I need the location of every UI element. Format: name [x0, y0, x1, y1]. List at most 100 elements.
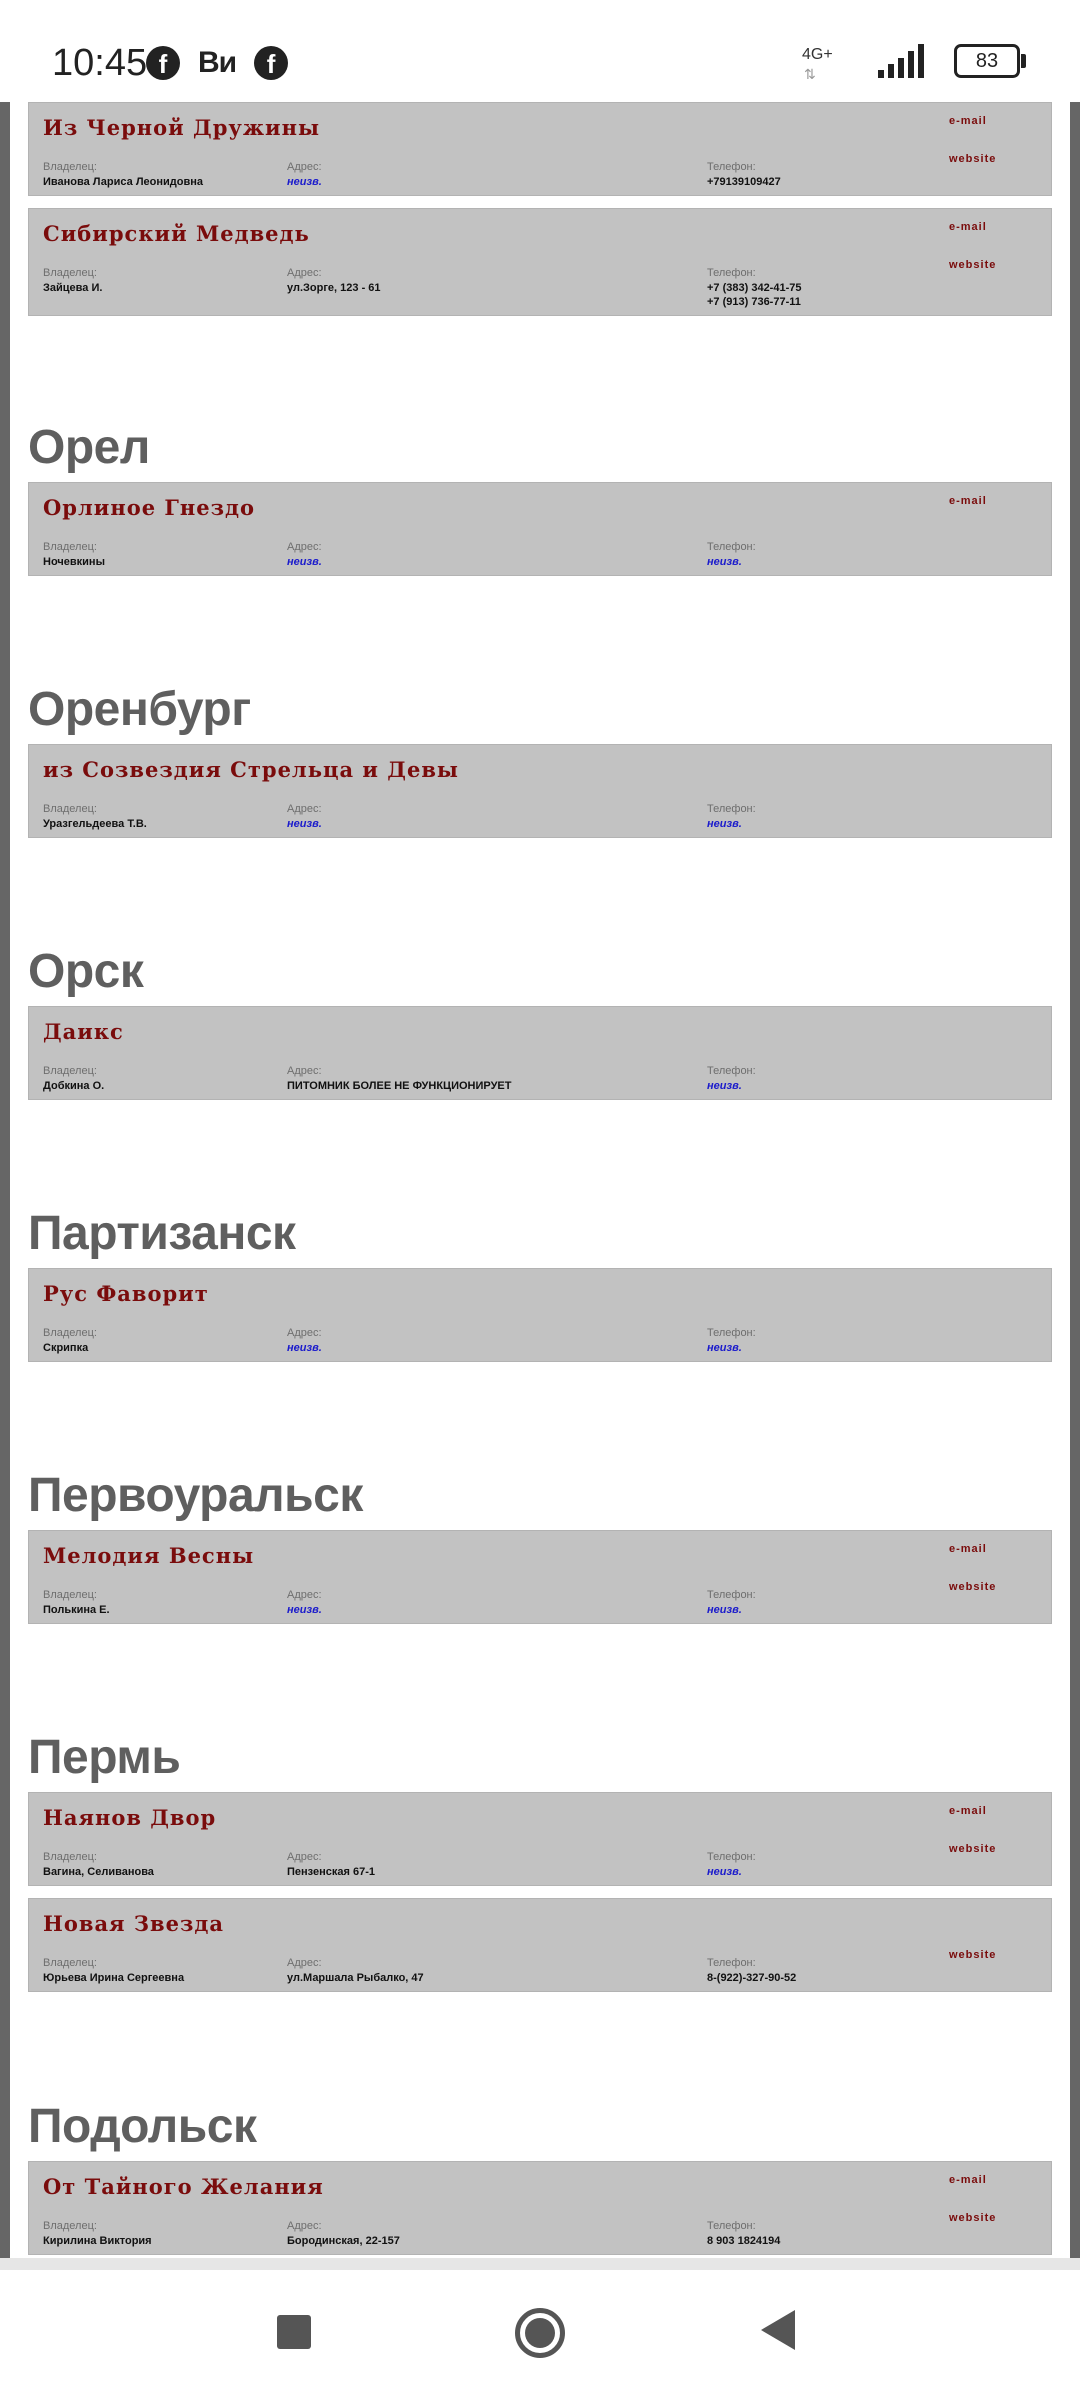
owner-label: Владелец: [43, 1957, 97, 1969]
address-label: Адрес: [287, 1327, 322, 1339]
phone-label: Телефон: [707, 2220, 756, 2232]
page-frame-right [1070, 102, 1080, 2270]
kennel-name: Из Черной Дружины [43, 115, 321, 140]
owner-value: Кирилина Виктория [43, 2235, 152, 2247]
address-label: Адрес: [287, 803, 322, 815]
city-heading: Подольск [28, 2100, 257, 2153]
phone-value: +79139109427 [707, 176, 781, 188]
kennel-name: Наянов Двор [43, 1805, 217, 1830]
phone-label: Телефон: [707, 1327, 756, 1339]
phone-label: Телефон: [707, 1065, 756, 1077]
website-link[interactable]: website [949, 1949, 996, 1961]
city-heading: Орск [28, 945, 144, 998]
email-link[interactable]: e-mail [949, 1543, 987, 1555]
address-value: неизв. [287, 556, 322, 568]
kennel-name: из Созвездия Стрельца и Девы [43, 757, 459, 782]
city-heading: Партизанск [28, 1207, 296, 1260]
city-heading: Пермь [28, 1731, 181, 1784]
phone-value: 8 903 1824194 [707, 2235, 781, 2247]
address-label: Адрес: [287, 2220, 322, 2232]
kennel-card: из Созвездия Стрельца и Девы Владелец: Ура… [28, 744, 1052, 838]
kennel-name: Орлиное Гнездо [43, 495, 256, 520]
facebook-icon: f [254, 46, 289, 80]
status-bar: 10:45 f Ви f 4G+ ⇅ 83 [0, 0, 1080, 102]
kennel-card: Новая Звезда Владелец: Юрьева Ирина Сергее… [28, 1898, 1052, 1992]
home-button[interactable] [515, 2308, 565, 2358]
kennel-card: Даикс Владелец: Добкина О. Адрес: ПИТОМНИК Б… [28, 1006, 1052, 1100]
battery-icon: 83 [954, 44, 1026, 78]
website-link[interactable]: website [949, 2212, 996, 2224]
network-type: 4G+ [802, 46, 833, 63]
address-label: Адрес: [287, 1589, 322, 1601]
kennel-card: Мелодия Весны Владелец: Полькина Е. Адрес: н… [28, 1530, 1052, 1624]
phone-label: Телефон: [707, 267, 756, 279]
website-link[interactable]: website [949, 1843, 996, 1855]
kennel-name: Даикс [43, 1019, 124, 1044]
phone-value: неизв. [707, 556, 742, 568]
phone-value: +7 (383) 342-41-75 [707, 282, 802, 294]
website-link[interactable]: website [949, 153, 996, 165]
phone-label: Телефон: [707, 803, 756, 815]
phone-label: Телефон: [707, 1851, 756, 1863]
kennel-card: Наянов Двор Владелец: Вагина, Селиванова Ад… [28, 1792, 1052, 1886]
email-link[interactable]: e-mail [949, 2174, 987, 2186]
address-label: Адрес: [287, 541, 322, 553]
website-link[interactable]: website [949, 259, 996, 271]
owner-label: Владелец: [43, 1065, 97, 1077]
signal-icon [878, 44, 924, 78]
address-value: ул.Зорге, 123 - 61 [287, 282, 381, 294]
city-heading: Первоуральск [28, 1469, 363, 1522]
recents-button[interactable] [277, 2315, 311, 2349]
notification-icons: f Ви f [146, 46, 289, 80]
owner-value: Полькина Е. [43, 1604, 110, 1616]
owner-label: Владелец: [43, 1327, 97, 1339]
kennel-card: Сибирский Медведь Владелец: Зайцева И. Адре… [28, 208, 1052, 316]
page-frame-left [0, 102, 10, 2270]
kennel-name: Рус Фаворит [43, 1281, 209, 1306]
page-frame-bottom [0, 2258, 1080, 2270]
address-value: неизв. [287, 818, 322, 830]
owner-label: Владелец: [43, 1589, 97, 1601]
city-heading: Орел [28, 421, 150, 474]
owner-label: Владелец: [43, 2220, 97, 2232]
owner-label: Владелец: [43, 161, 97, 173]
owner-label: Владелец: [43, 541, 97, 553]
phone-value: неизв. [707, 1080, 742, 1092]
owner-value: Ночевкины [43, 556, 105, 568]
email-link[interactable]: e-mail [949, 1805, 987, 1817]
data-activity-icon: ⇅ [804, 66, 816, 82]
navigation-bar [0, 2270, 1080, 2400]
phone-label: Телефон: [707, 1957, 756, 1969]
website-link[interactable]: website [949, 1581, 996, 1593]
owner-value: Зайцева И. [43, 282, 103, 294]
address-label: Адрес: [287, 1851, 322, 1863]
battery-level: 83 [975, 49, 999, 72]
kennel-list[interactable]: Из Черной Дружины Владелец: Иванова Лариса… [10, 102, 1070, 2258]
clock: 10:45 [52, 42, 148, 84]
address-label: Адрес: [287, 1065, 322, 1077]
owner-value: Добкина О. [43, 1080, 105, 1092]
phone-value: +7 (913) 736-77-11 [707, 296, 801, 308]
system-icons: 4G+ ⇅ 83 [802, 44, 1026, 82]
owner-value: Иванова Лариса Леонидовна [43, 176, 203, 188]
kennel-card: Из Черной Дружины Владелец: Иванова Лариса… [28, 102, 1052, 196]
city-heading: Оренбург [28, 683, 251, 736]
phone-value: неизв. [707, 1342, 742, 1354]
phone-value: 8-(922)-327-90-52 [707, 1972, 797, 1984]
kennel-name: Мелодия Весны [43, 1543, 255, 1568]
email-link[interactable]: e-mail [949, 115, 987, 127]
address-value: Бородинская, 22-157 [287, 2235, 400, 2247]
kennel-card: Орлиное Гнездо Владелец: Ночевкины Адрес: не… [28, 482, 1052, 576]
address-value: ПИТОМНИК БОЛЕЕ НЕ ФУНКЦИОНИРУЕТ [287, 1080, 512, 1092]
email-link[interactable]: e-mail [949, 221, 987, 233]
back-button[interactable] [761, 2310, 795, 2350]
owner-value: Скрипка [43, 1342, 89, 1354]
phone-value: неизв. [707, 1866, 742, 1878]
phone-label: Телефон: [707, 161, 756, 173]
address-value: ул.Маршала Рыбалко, 47 [287, 1972, 424, 1984]
email-link[interactable]: e-mail [949, 495, 987, 507]
address-label: Адрес: [287, 1957, 322, 1969]
kennel-name: Сибирский Медведь [43, 221, 310, 246]
owner-value: Юрьева Ирина Сергеевна [43, 1972, 185, 1984]
vk-icon: Ви [198, 46, 237, 79]
